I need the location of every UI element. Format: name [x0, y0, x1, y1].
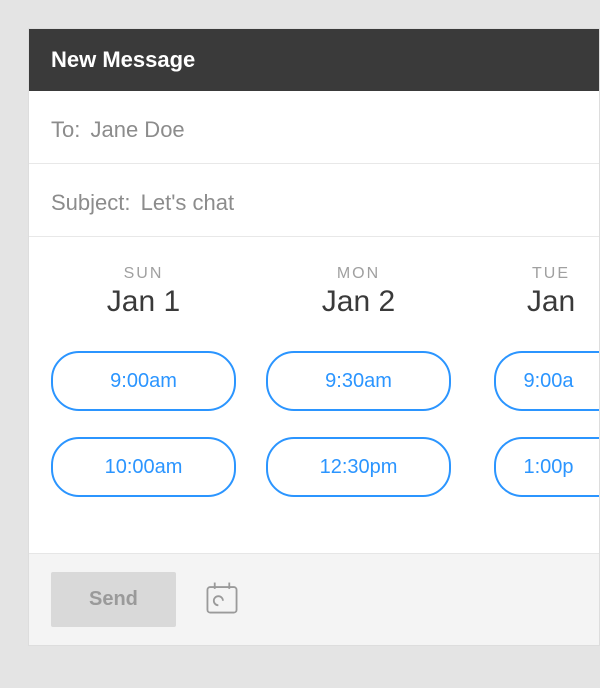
time-slot[interactable]: 9:00a [494, 351, 600, 411]
to-label: To: [51, 117, 80, 142]
time-slot[interactable]: 9:30am [266, 351, 451, 411]
to-field[interactable]: To: Jane Doe [29, 91, 599, 164]
day-column: TUE Jan 9:00a 1:00p [481, 265, 599, 523]
time-slot-label: 9:00am [110, 370, 177, 393]
weekday-label: MON [337, 265, 380, 283]
schedule-picker: SUN Jan 1 9:00am 10:00am MON Jan 2 9:30a… [29, 237, 599, 553]
calendar-icon [202, 578, 242, 621]
time-slot-label: 9:00a [524, 370, 574, 393]
time-slot[interactable]: 9:00am [51, 351, 236, 411]
time-slot[interactable]: 12:30pm [266, 437, 451, 497]
date-label: Jan [527, 285, 575, 319]
date-label: Jan 2 [322, 285, 395, 319]
window-title: New Message [51, 47, 195, 72]
day-column: MON Jan 2 9:30am 12:30pm [266, 265, 451, 523]
time-slot[interactable]: 1:00p [494, 437, 600, 497]
subject-label: Subject: [51, 190, 131, 215]
time-slot-label: 1:00p [524, 456, 574, 479]
subject-field[interactable]: Subject: Let's chat [29, 164, 599, 237]
window-title-bar: New Message [29, 29, 599, 91]
time-slot[interactable]: 10:00am [51, 437, 236, 497]
weekday-label: SUN [124, 265, 164, 283]
send-button[interactable]: Send [51, 572, 176, 627]
date-label: Jan 1 [107, 285, 180, 319]
compose-window: New Message To: Jane Doe Subject: Let's … [28, 28, 600, 646]
compose-footer: Send [29, 553, 599, 645]
time-slot-label: 12:30pm [320, 456, 398, 479]
calendar-button[interactable] [198, 574, 246, 625]
to-value: Jane Doe [90, 117, 184, 142]
weekday-label: TUE [532, 265, 570, 283]
day-column: SUN Jan 1 9:00am 10:00am [51, 265, 236, 523]
time-slot-label: 10:00am [105, 456, 183, 479]
send-button-label: Send [89, 588, 138, 610]
time-slot-label: 9:30am [325, 370, 392, 393]
subject-value: Let's chat [141, 190, 234, 215]
